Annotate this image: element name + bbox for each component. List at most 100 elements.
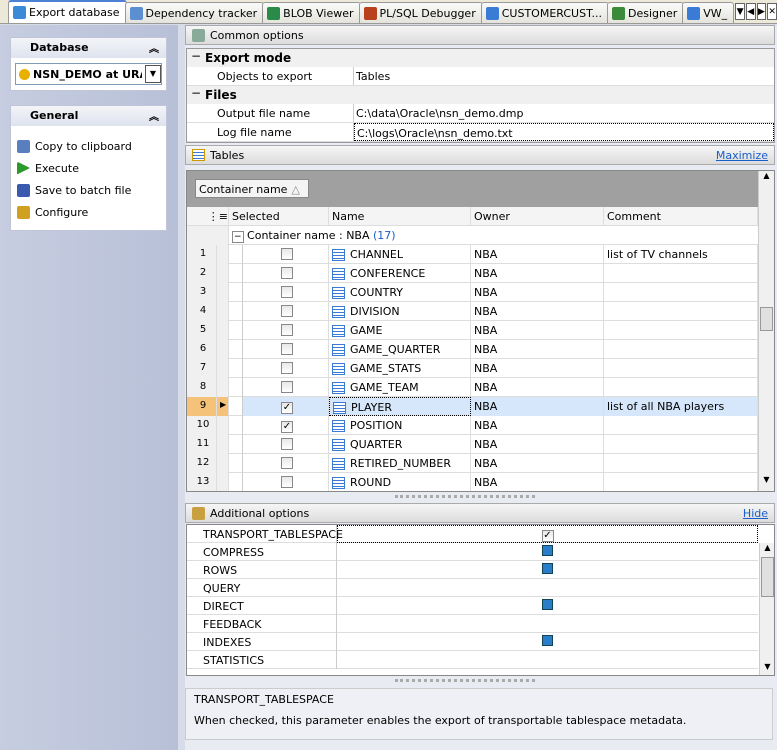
column-owner[interactable]: Owner (471, 207, 604, 226)
option-row[interactable]: FEEDBACK (187, 615, 758, 633)
table-comment (604, 378, 758, 397)
selected-checkbox[interactable] (281, 286, 293, 298)
chevron-down-icon[interactable]: ▼ (145, 65, 161, 83)
configure-action[interactable]: Configure (11, 201, 166, 223)
column-chooser-icon[interactable]: ⋮≡ (187, 207, 229, 226)
selected-checkbox[interactable] (281, 381, 293, 393)
selected-checkbox[interactable] (281, 343, 293, 355)
hide-link[interactable]: Hide (743, 507, 768, 520)
option-name: FEEDBACK (187, 615, 337, 633)
option-row[interactable]: INDEXES (187, 633, 758, 651)
option-checkbox[interactable] (542, 545, 553, 556)
scroll-tabs-left-button[interactable]: ◀ (745, 3, 756, 20)
option-row[interactable]: TRANSPORT_TABLESPACE ✓ (187, 525, 758, 543)
table-row[interactable]: 7 GAME_STATS NBA (187, 359, 758, 378)
collapse-icon[interactable]: ︽ (149, 108, 159, 123)
group-button-label: Container name (199, 183, 288, 196)
group-row[interactable]: − Container name : NBA (17) (187, 226, 758, 245)
database-select[interactable]: NSN_DEMO at URAI ▼ (15, 63, 162, 85)
splitter[interactable] (395, 495, 535, 498)
selected-checkbox[interactable] (281, 267, 293, 279)
tab-pl-sql-debugger[interactable]: PL/SQL Debugger (358, 2, 483, 23)
tab-designer[interactable]: Designer (606, 2, 685, 23)
row-number: 8 (187, 378, 217, 397)
table-row[interactable]: 9 ▶ ✓ PLAYER NBA list of all NBA players (187, 397, 758, 416)
selected-checkbox[interactable] (281, 248, 293, 260)
selected-checkbox[interactable] (281, 457, 293, 469)
table-row[interactable]: 13 ROUND NBA (187, 473, 758, 491)
options-scrollbar[interactable]: ▲ ▼ (759, 543, 774, 675)
tab-blob-viewer[interactable]: BLOB Viewer (262, 2, 361, 23)
tab-list-button[interactable]: ▼ (735, 3, 745, 20)
scroll-down-icon[interactable]: ▼ (760, 662, 774, 675)
selected-checkbox[interactable]: ✓ (281, 421, 293, 433)
database-value: NSN_DEMO at URAI (33, 67, 142, 81)
option-checkbox[interactable] (542, 599, 553, 610)
column-name[interactable]: Name (329, 207, 471, 226)
table-row[interactable]: 10 ✓ POSITION NBA (187, 416, 758, 435)
table-row[interactable]: 2 CONFERENCE NBA (187, 264, 758, 283)
selected-checkbox[interactable] (281, 438, 293, 450)
objects-value[interactable]: Tables (354, 67, 774, 85)
tables-scrollbar[interactable]: ▲ ▼ (758, 171, 774, 491)
objects-row[interactable]: Objects to export Tables (187, 67, 774, 86)
table-icon (332, 249, 345, 261)
group-by-container-button[interactable]: Container name △ (195, 179, 309, 198)
table-row[interactable]: 8 GAME_TEAM NBA (187, 378, 758, 397)
column-comment[interactable]: Comment (604, 207, 758, 226)
tab-vw-[interactable]: VW_ (682, 2, 735, 23)
maximize-link[interactable]: Maximize (716, 149, 768, 162)
close-tab-button[interactable]: ✕ (767, 3, 777, 20)
selected-checkbox[interactable] (281, 362, 293, 374)
tab-customercust-[interactable]: CUSTOMERCUST... (480, 2, 609, 23)
option-row[interactable]: STATISTICS (187, 651, 758, 669)
table-row[interactable]: 5 GAME NBA (187, 321, 758, 340)
scrollbar-thumb[interactable] (761, 557, 774, 597)
option-row[interactable]: QUERY (187, 579, 758, 597)
log-file-input[interactable]: C:\logs\Oracle\nsn_demo.txt (354, 123, 774, 141)
selected-checkbox[interactable]: ✓ (281, 402, 293, 414)
output-row[interactable]: Output file name C:\data\Oracle\nsn_demo.… (187, 104, 774, 123)
selected-checkbox[interactable] (281, 476, 293, 488)
general-header[interactable]: General ︽ (11, 106, 166, 126)
scroll-up-icon[interactable]: ▲ (760, 543, 774, 557)
database-icon (19, 68, 30, 80)
column-selected[interactable]: Selected (229, 207, 329, 226)
selected-checkbox[interactable] (281, 305, 293, 317)
scrollbar-thumb[interactable] (760, 307, 773, 331)
save-action[interactable]: Save to batch file (11, 179, 166, 201)
option-checkbox[interactable] (542, 635, 553, 646)
collapse-icon[interactable]: ︽ (149, 40, 159, 55)
table-row[interactable]: 4 DIVISION NBA (187, 302, 758, 321)
execute-action[interactable]: Execute (11, 157, 166, 179)
scroll-tabs-right-button[interactable]: ▶ (756, 3, 767, 20)
tab-export-database[interactable]: Export database (8, 0, 127, 23)
output-file-input[interactable]: C:\data\Oracle\nsn_demo.dmp (354, 104, 774, 122)
column-header-row: ⋮≡ Selected Name Owner Comment (187, 207, 758, 226)
table-row[interactable]: 11 QUARTER NBA (187, 435, 758, 454)
tab-dependency-tracker[interactable]: Dependency tracker (124, 2, 265, 23)
option-checkbox[interactable]: ✓ (541, 530, 554, 542)
table-row[interactable]: 3 COUNTRY NBA (187, 283, 758, 302)
option-row[interactable]: ROWS (187, 561, 758, 579)
scroll-down-icon[interactable]: ▼ (759, 475, 774, 491)
files-category[interactable]: Files (187, 86, 774, 104)
table-row[interactable]: 1 CHANNEL NBA list of TV channels (187, 245, 758, 264)
option-row[interactable]: COMPRESS (187, 543, 758, 561)
table-row[interactable]: 12 RETIRED_NUMBER NBA (187, 454, 758, 473)
splitter[interactable] (395, 679, 535, 682)
database-header[interactable]: Database ︽ (11, 38, 166, 58)
row-number: 2 (187, 264, 217, 283)
selected-checkbox[interactable] (281, 324, 293, 336)
copy-action[interactable]: Copy to clipboard (11, 135, 166, 157)
option-row[interactable]: DIRECT (187, 597, 758, 615)
option-name: QUERY (187, 579, 337, 597)
option-checkbox[interactable] (542, 563, 553, 574)
log-row[interactable]: Log file name C:\logs\Oracle\nsn_demo.txt (187, 123, 774, 142)
scroll-up-icon[interactable]: ▲ (759, 171, 774, 187)
collapse-group-icon[interactable]: − (232, 231, 244, 243)
export-mode-category[interactable]: Export mode (187, 49, 774, 67)
group-count: (17) (373, 229, 396, 242)
row-number: 7 (187, 359, 217, 378)
table-row[interactable]: 6 GAME_QUARTER NBA (187, 340, 758, 359)
